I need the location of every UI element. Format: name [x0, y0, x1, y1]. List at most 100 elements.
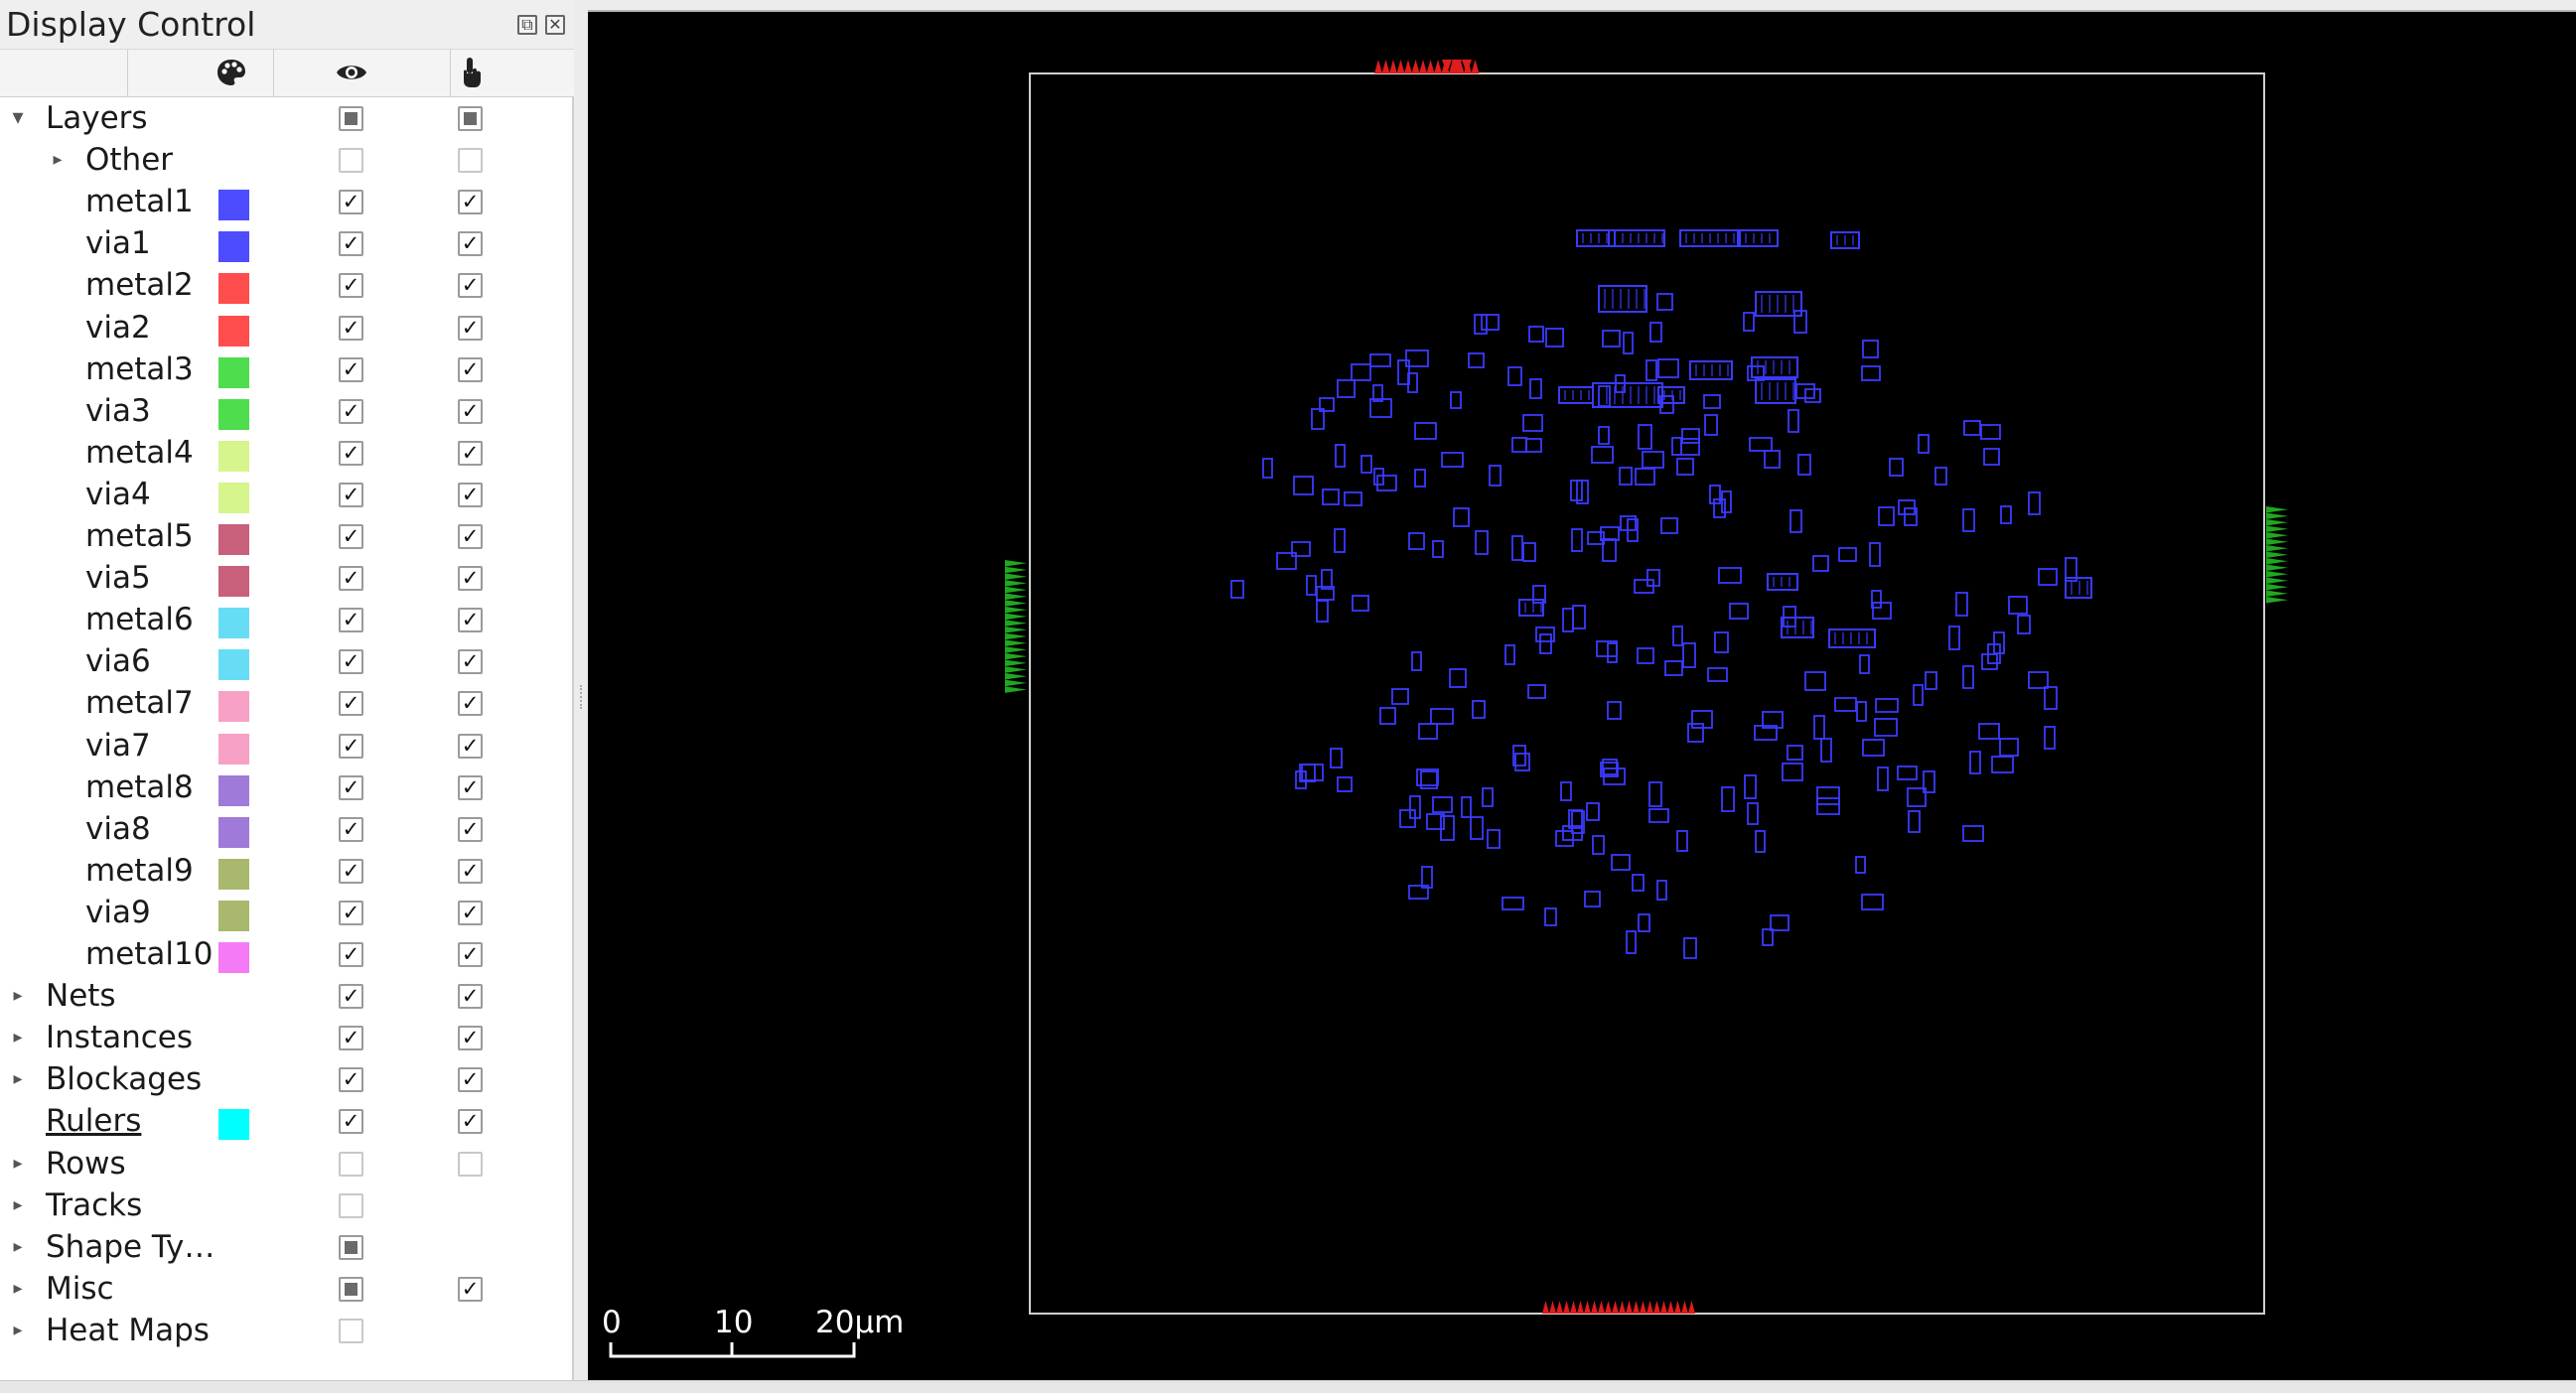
visible-checkbox[interactable]: ✓ [339, 859, 363, 884]
visible-checkbox[interactable]: ✓ [339, 566, 363, 591]
tree-row-via3[interactable]: via3 ✓ ✓ [0, 390, 572, 432]
float-dock-button[interactable]: ⧉ [517, 15, 537, 35]
visible-checkbox[interactable]: ✓ [339, 231, 363, 256]
visible-checkbox[interactable]: ✓ [339, 1109, 363, 1134]
layer-color-swatch[interactable] [218, 399, 249, 430]
tree-row-rows[interactable]: ▸ Rows [0, 1143, 572, 1184]
layer-color-swatch[interactable] [218, 524, 249, 555]
visible-checkbox[interactable] [339, 106, 363, 131]
selectable-checkbox[interactable]: ✓ [458, 734, 483, 759]
expand-arrow-down-icon[interactable]: ▾ [6, 97, 30, 139]
palette-icon[interactable] [216, 58, 246, 87]
visible-checkbox[interactable]: ✓ [339, 190, 363, 214]
tree-row-blockages[interactable]: ▸ Blockages ✓ ✓ [0, 1058, 572, 1100]
visible-checkbox[interactable]: ✓ [339, 357, 363, 382]
expand-arrow-right-icon[interactable]: ▸ [6, 1226, 30, 1268]
tree-row-shape-ty[interactable]: ▸ Shape Ty… [0, 1226, 572, 1268]
tree-row-metal4[interactable]: metal4 ✓ ✓ [0, 432, 572, 474]
selectable-checkbox[interactable]: ✓ [458, 190, 483, 214]
tree-row-metal2[interactable]: metal2 ✓ ✓ [0, 264, 572, 306]
layer-color-swatch[interactable] [218, 942, 249, 973]
visible-checkbox[interactable]: ✓ [339, 691, 363, 716]
column-divider[interactable] [127, 50, 128, 97]
tree-row-metal5[interactable]: metal5 ✓ ✓ [0, 515, 572, 557]
tree-row-metal1[interactable]: metal1 ✓ ✓ [0, 181, 572, 222]
tree-row-instances[interactable]: ▸ Instances ✓ ✓ [0, 1017, 572, 1058]
visible-checkbox[interactable]: ✓ [339, 901, 363, 925]
visible-checkbox[interactable]: ✓ [339, 608, 363, 632]
pointer-hand-icon[interactable] [459, 56, 483, 89]
layer-color-swatch[interactable] [218, 901, 249, 931]
selectable-checkbox[interactable]: ✓ [458, 1067, 483, 1092]
visible-checkbox[interactable]: ✓ [339, 734, 363, 759]
expand-arrow-right-icon[interactable]: ▸ [6, 1058, 30, 1100]
selectable-checkbox[interactable]: ✓ [458, 483, 483, 507]
layer-color-swatch[interactable] [218, 190, 249, 220]
visible-checkbox[interactable]: ✓ [339, 649, 363, 674]
expand-arrow-right-icon[interactable]: ▸ [6, 1143, 30, 1184]
tree-row-via1[interactable]: via1 ✓ ✓ [0, 222, 572, 264]
layer-color-swatch[interactable] [218, 316, 249, 347]
expand-arrow-right-icon[interactable]: ▸ [6, 975, 30, 1017]
visible-checkbox[interactable]: ✓ [339, 775, 363, 800]
selectable-checkbox[interactable]: ✓ [458, 817, 483, 842]
visible-checkbox[interactable]: ✓ [339, 817, 363, 842]
visible-checkbox[interactable]: ✓ [339, 984, 363, 1009]
visible-checkbox[interactable] [339, 1193, 363, 1218]
layer-color-swatch[interactable] [218, 1109, 249, 1140]
eye-icon[interactable] [336, 61, 367, 84]
selectable-checkbox[interactable] [458, 148, 483, 173]
tree-row-metal6[interactable]: metal6 ✓ ✓ [0, 599, 572, 640]
expand-arrow-right-icon[interactable]: ▸ [6, 1017, 30, 1058]
visible-checkbox[interactable]: ✓ [339, 441, 363, 466]
layer-color-swatch[interactable] [218, 608, 249, 638]
visible-checkbox[interactable]: ✓ [339, 483, 363, 507]
selectable-checkbox[interactable]: ✓ [458, 441, 483, 466]
layer-color-swatch[interactable] [218, 859, 249, 890]
selectable-checkbox[interactable]: ✓ [458, 649, 483, 674]
layer-color-swatch[interactable] [218, 649, 249, 680]
visible-checkbox[interactable]: ✓ [339, 524, 363, 549]
tree-row-metal9[interactable]: metal9 ✓ ✓ [0, 850, 572, 892]
layer-color-swatch[interactable] [218, 441, 249, 472]
selectable-checkbox[interactable]: ✓ [458, 357, 483, 382]
tree-row-via6[interactable]: via6 ✓ ✓ [0, 640, 572, 682]
selectable-checkbox[interactable]: ✓ [458, 524, 483, 549]
tree-row-tracks[interactable]: ▸ Tracks [0, 1184, 572, 1226]
dock-splitter[interactable] [574, 0, 588, 1383]
selectable-checkbox[interactable]: ✓ [458, 775, 483, 800]
tree-row-metal3[interactable]: metal3 ✓ ✓ [0, 348, 572, 390]
layer-color-swatch[interactable] [218, 483, 249, 513]
layer-color-swatch[interactable] [218, 231, 249, 262]
selectable-checkbox[interactable]: ✓ [458, 273, 483, 298]
expand-arrow-right-icon[interactable]: ▸ [6, 1268, 30, 1310]
selectable-checkbox[interactable]: ✓ [458, 231, 483, 256]
tree-row-metal7[interactable]: metal7 ✓ ✓ [0, 682, 572, 724]
selectable-checkbox[interactable]: ✓ [458, 901, 483, 925]
tree-row-via7[interactable]: via7 ✓ ✓ [0, 725, 572, 766]
visible-checkbox[interactable]: ✓ [339, 1026, 363, 1050]
layer-color-swatch[interactable] [218, 775, 249, 806]
layout-canvas[interactable]: 0 10 20µm [588, 12, 2576, 1380]
visible-checkbox[interactable] [339, 1319, 363, 1343]
visible-checkbox[interactable] [339, 148, 363, 173]
selectable-checkbox[interactable]: ✓ [458, 984, 483, 1009]
tree-row-via9[interactable]: via9 ✓ ✓ [0, 892, 572, 933]
tree-row-via2[interactable]: via2 ✓ ✓ [0, 307, 572, 348]
column-divider[interactable] [273, 50, 274, 97]
visible-checkbox[interactable]: ✓ [339, 1067, 363, 1092]
selectable-checkbox[interactable]: ✓ [458, 859, 483, 884]
selectable-checkbox[interactable]: ✓ [458, 608, 483, 632]
layout-viewer[interactable]: 0 10 20µm [588, 12, 2576, 1380]
tree-row-other[interactable]: ▸ Other [0, 139, 572, 181]
tree-row-metal10[interactable]: metal10 ✓ ✓ [0, 933, 572, 975]
layer-color-swatch[interactable] [218, 734, 249, 765]
tree-row-via8[interactable]: via8 ✓ ✓ [0, 808, 572, 850]
layer-color-swatch[interactable] [218, 691, 249, 722]
tree-row-nets[interactable]: ▸ Nets ✓ ✓ [0, 975, 572, 1017]
column-divider[interactable] [450, 50, 451, 97]
selectable-checkbox[interactable] [458, 1152, 483, 1177]
splitter-grip[interactable] [580, 685, 584, 709]
visible-checkbox[interactable] [339, 1152, 363, 1177]
visible-checkbox[interactable]: ✓ [339, 273, 363, 298]
